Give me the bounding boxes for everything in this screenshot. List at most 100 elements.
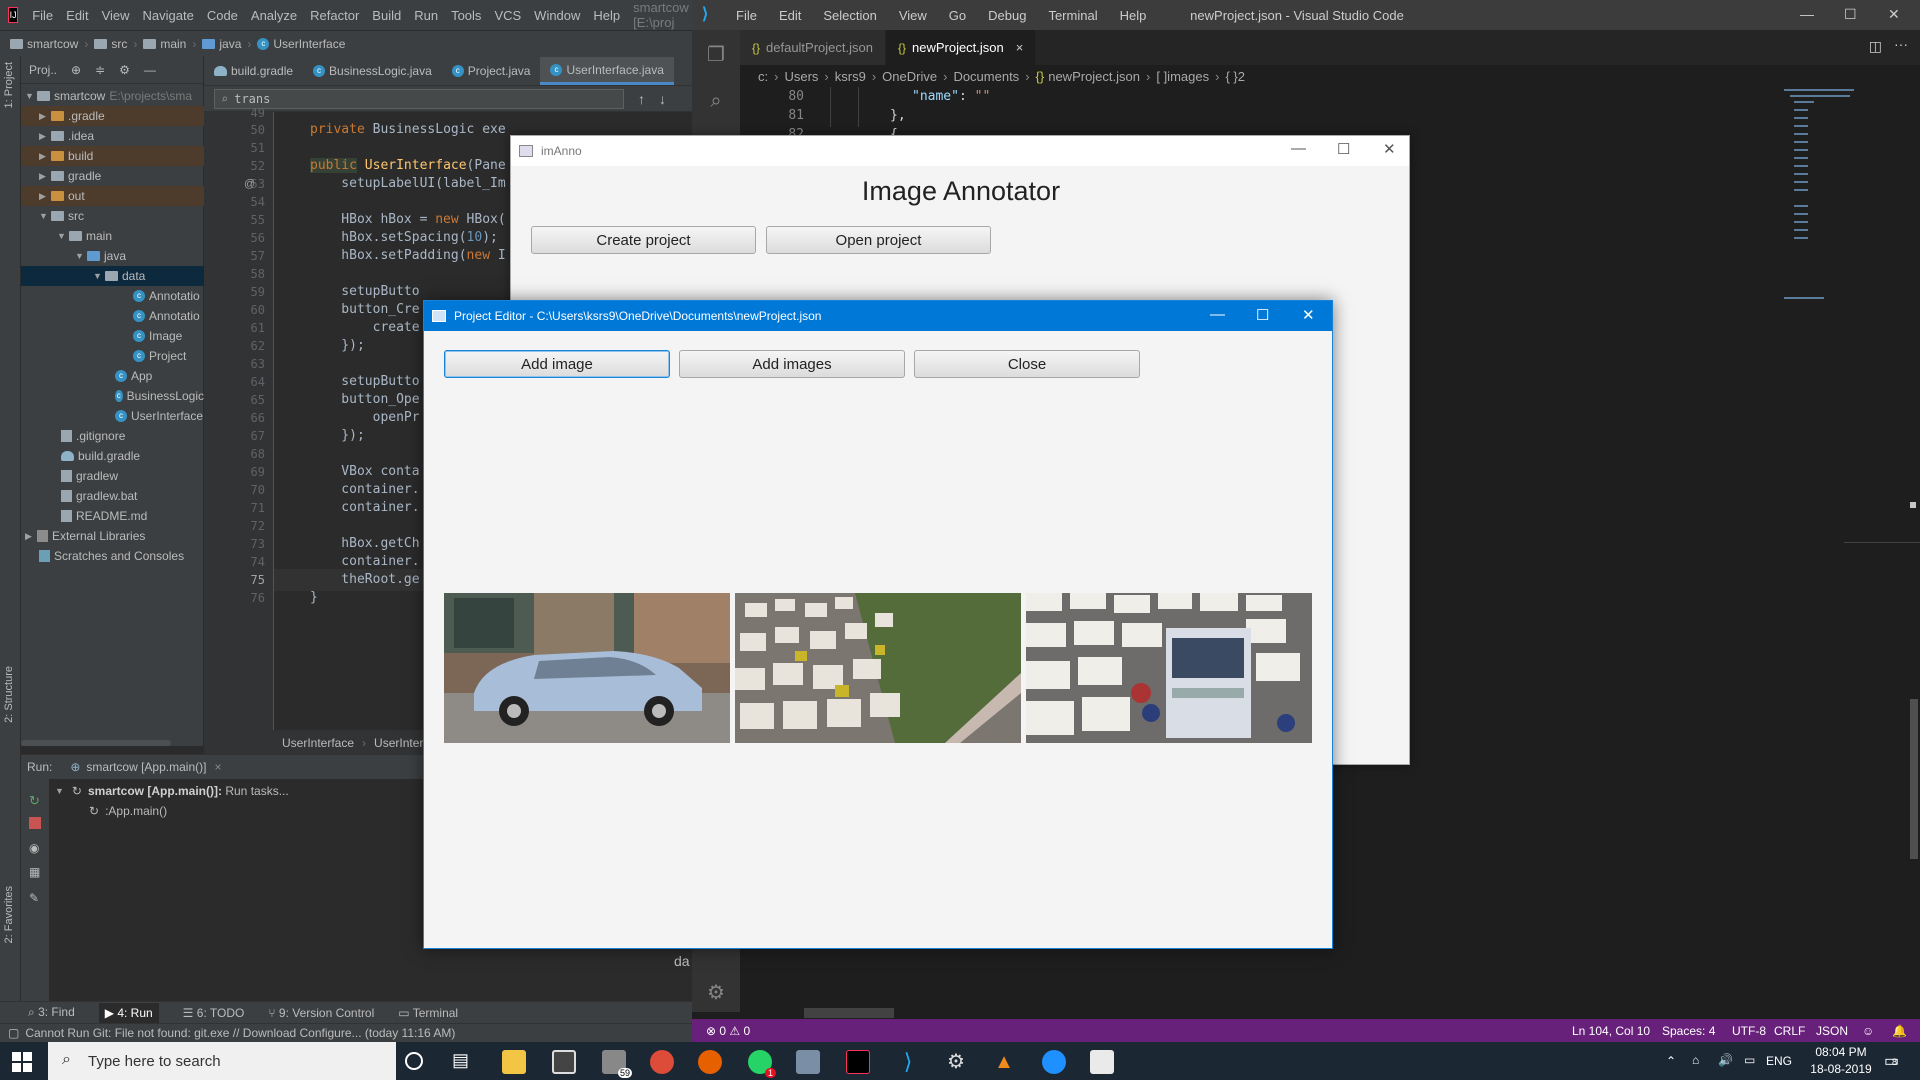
tool-tab-favorites[interactable]: 2: Favorites: [3, 886, 15, 943]
chrome-icon[interactable]: [650, 1050, 674, 1074]
menu-edit[interactable]: Edit: [779, 8, 801, 23]
project-view-selector[interactable]: Proj..: [29, 63, 57, 77]
problems-indicator[interactable]: ⊗ 0 ⚠ 0: [706, 1024, 750, 1038]
create-project-button[interactable]: Create project: [531, 226, 756, 254]
menu-vcs[interactable]: VCS: [494, 8, 521, 23]
tab-userinterface[interactable]: c UserInterface.java: [540, 57, 674, 85]
maximize-icon[interactable]: ☐: [1337, 140, 1350, 158]
settings-icon[interactable]: ⚙: [944, 1050, 968, 1074]
menu-view[interactable]: View: [899, 8, 927, 23]
menu-window[interactable]: Window: [534, 8, 580, 23]
java-app-icon[interactable]: [1090, 1050, 1114, 1074]
minimize-icon[interactable]: —: [1800, 6, 1814, 22]
language-indicator[interactable]: ENG: [1766, 1054, 1792, 1068]
image-thumbnail[interactable]: [444, 593, 730, 743]
minimize-icon[interactable]: —: [1291, 140, 1306, 157]
run-tree-child[interactable]: ↻:App.main(): [89, 804, 167, 818]
menu-analyze[interactable]: Analyze: [251, 8, 297, 23]
explorer-icon[interactable]: ❐: [704, 42, 728, 66]
photos-icon[interactable]: [796, 1050, 820, 1074]
menu-file[interactable]: File: [32, 8, 53, 23]
tool-tab-find[interactable]: ⌕ 3: Find: [28, 1005, 75, 1020]
tab-defaultproject[interactable]: {} defaultProject.json: [740, 30, 886, 65]
nav-crumb-java[interactable]: java: [202, 37, 241, 51]
nav-crumb-userinterface[interactable]: c UserInterface: [257, 37, 345, 51]
status-message[interactable]: Cannot Run Git: File not found: git.exe …: [25, 1026, 455, 1040]
clock-date[interactable]: 18-08-2019: [1806, 1062, 1876, 1076]
file-explorer-icon[interactable]: [502, 1050, 526, 1074]
whatsapp-icon[interactable]: 1: [748, 1050, 776, 1078]
tool-tab-structure[interactable]: 2: Structure: [3, 666, 15, 723]
pin-icon[interactable]: ✎: [29, 891, 41, 905]
horizontal-scrollbar[interactable]: [804, 1008, 894, 1018]
minimize-icon[interactable]: —: [1210, 306, 1225, 323]
horizontal-scrollbar[interactable]: [21, 740, 171, 746]
store-icon[interactable]: [552, 1050, 576, 1074]
encoding[interactable]: UTF-8: [1732, 1024, 1766, 1038]
menu-selection[interactable]: Selection: [823, 8, 876, 23]
close-button[interactable]: Close: [914, 350, 1140, 378]
tree-item-data[interactable]: ▼ data: [21, 266, 204, 286]
scroll-thumb[interactable]: [1910, 699, 1918, 859]
app-icon[interactable]: [1042, 1050, 1066, 1074]
open-project-button[interactable]: Open project: [766, 226, 991, 254]
breadcrumb-file[interactable]: newProject.json: [1048, 69, 1140, 84]
breadcrumb-onedrive[interactable]: OneDrive: [882, 69, 937, 84]
arrow-up-icon[interactable]: ↑: [638, 91, 645, 107]
breadcrumb-documents[interactable]: Documents: [953, 69, 1019, 84]
breadcrumb-drive[interactable]: c:: [758, 69, 768, 84]
vertical-scrollbar[interactable]: [1907, 87, 1920, 1012]
minimap[interactable]: [1784, 87, 1884, 317]
tree-item-main[interactable]: ▼ main: [21, 226, 204, 246]
nav-crumb-main[interactable]: main: [143, 37, 186, 51]
breadcrumb-item[interactable]: { }2: [1225, 69, 1245, 84]
tab-project-java[interactable]: c Project.java: [442, 57, 541, 85]
network-icon[interactable]: ⌂: [1692, 1053, 1699, 1067]
clock-time[interactable]: 08:04 PM: [1806, 1045, 1876, 1059]
tree-item-src[interactable]: ▼ src: [21, 206, 204, 226]
hide-icon[interactable]: —: [144, 63, 156, 77]
mail-icon[interactable]: 59: [602, 1050, 632, 1078]
menu-debug[interactable]: Debug: [988, 8, 1026, 23]
bell-icon[interactable]: 🔔: [1892, 1024, 1907, 1038]
tree-item-java[interactable]: ▼ java: [21, 246, 204, 266]
image-thumbnail[interactable]: [1026, 593, 1312, 743]
tab-build-gradle[interactable]: build.gradle: [204, 57, 303, 85]
vscode-taskbar-icon[interactable]: ⟩: [896, 1050, 920, 1074]
nav-crumb-src[interactable]: src: [94, 37, 127, 51]
menu-help[interactable]: Help: [593, 8, 620, 23]
tree-item-annotation-1[interactable]: c Annotatio: [21, 286, 204, 306]
tree-item-gradlew[interactable]: gradlew: [21, 466, 204, 486]
tree-item-gradle-dir[interactable]: ▶ .gradle: [21, 106, 204, 126]
event-log-icon[interactable]: ▢: [8, 1026, 19, 1040]
eye-icon[interactable]: ◉: [29, 841, 41, 855]
menu-view[interactable]: View: [102, 8, 130, 23]
menu-refactor[interactable]: Refactor: [310, 8, 359, 23]
close-icon[interactable]: ✕: [1383, 140, 1396, 158]
notification-icon[interactable]: ▭ 8: [1884, 1051, 1899, 1071]
feedback-icon[interactable]: ☺: [1862, 1024, 1874, 1038]
override-icon[interactable]: @: [244, 178, 255, 190]
tree-item-readme[interactable]: README.md: [21, 506, 204, 526]
add-image-button[interactable]: Add image: [444, 350, 670, 378]
breadcrumb-users[interactable]: Users: [784, 69, 818, 84]
tool-tab-project[interactable]: 1: Project: [3, 62, 15, 108]
intellij-taskbar-icon[interactable]: [846, 1050, 870, 1074]
image-thumbnail[interactable]: [735, 593, 1021, 743]
close-icon[interactable]: ×: [1016, 40, 1024, 55]
tool-tab-version-control[interactable]: ⑂ 9: Version Control: [268, 1006, 374, 1020]
task-view-icon[interactable]: ▤: [452, 1050, 476, 1074]
firefox-icon[interactable]: [698, 1050, 722, 1074]
tab-newproject[interactable]: {} newProject.json ×: [885, 30, 1037, 65]
tree-item-external-libraries[interactable]: ▶ External Libraries: [21, 526, 204, 546]
gear-icon[interactable]: ⚙: [704, 980, 728, 1004]
close-icon[interactable]: ×: [214, 760, 221, 774]
run-tab[interactable]: ⊕ smartcow [App.main()] ×: [70, 760, 221, 774]
locate-icon[interactable]: ⊕: [71, 63, 81, 77]
battery-icon[interactable]: ▭: [1744, 1053, 1755, 1067]
tree-item-annotation-2[interactable]: c Annotatio: [21, 306, 204, 326]
tree-item-gradlew-bat[interactable]: gradlew.bat: [21, 486, 204, 506]
tree-item-app[interactable]: c App: [21, 366, 204, 386]
tree-item-gitignore[interactable]: .gitignore: [21, 426, 204, 446]
menu-navigate[interactable]: Navigate: [143, 8, 194, 23]
